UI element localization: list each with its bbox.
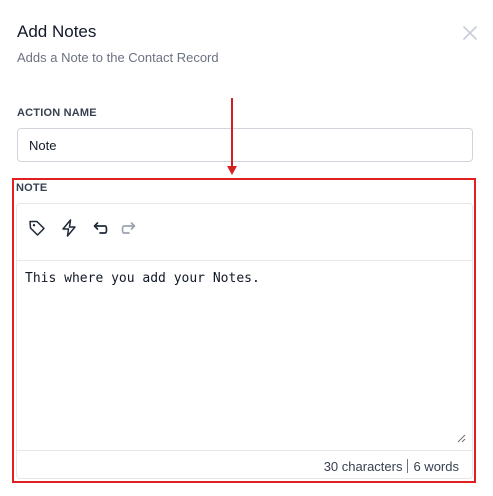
modal-title: Add Notes bbox=[17, 22, 97, 41]
count-separator bbox=[407, 459, 409, 473]
action-name-input[interactable] bbox=[17, 128, 473, 162]
word-count: 6 words bbox=[413, 459, 459, 474]
resize-handle-icon[interactable] bbox=[457, 430, 466, 443]
action-name-label: ACTION NAME bbox=[17, 107, 97, 119]
undo-icon[interactable] bbox=[90, 218, 110, 238]
editor-toolbar bbox=[17, 204, 472, 261]
modal-subtitle: Adds a Note to the Contact Record bbox=[17, 50, 219, 65]
note-editor: This where you add your Notes. 30 charac… bbox=[16, 203, 473, 479]
close-icon[interactable] bbox=[461, 24, 479, 42]
redo-icon[interactable] bbox=[119, 218, 139, 238]
editor-footer: 30 characters 6 words bbox=[17, 450, 472, 481]
annotation-arrow bbox=[231, 98, 233, 168]
tag-icon[interactable] bbox=[27, 218, 47, 238]
note-label: NOTE bbox=[16, 182, 48, 194]
character-count: 30 characters bbox=[323, 459, 403, 474]
lightning-icon[interactable] bbox=[59, 218, 79, 238]
annotation-arrow-head bbox=[227, 166, 237, 175]
note-counts: 30 characters 6 words bbox=[324, 459, 459, 474]
note-textarea[interactable]: This where you add your Notes. bbox=[17, 261, 472, 442]
